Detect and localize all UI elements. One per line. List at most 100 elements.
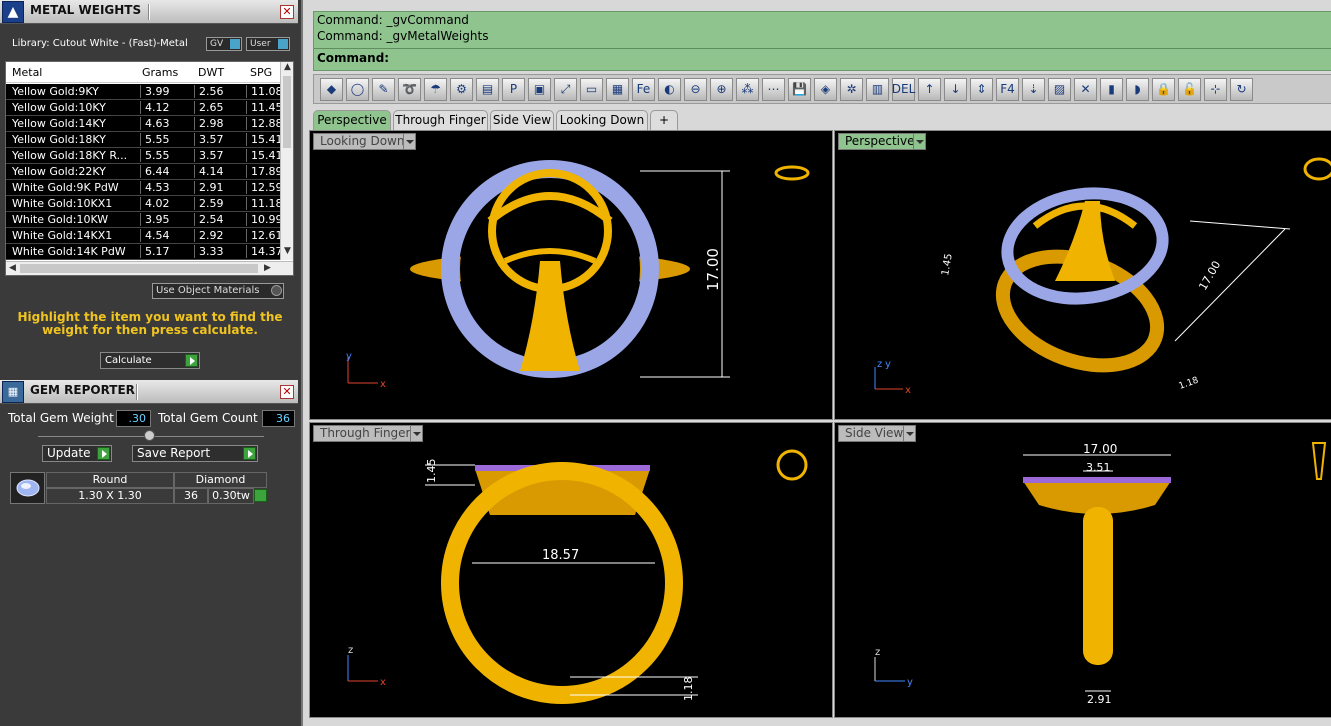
- viewport-perspective[interactable]: 17.00 1.45 1.18 zy x Perspective: [834, 130, 1331, 420]
- grams-value: 5.17: [140, 245, 192, 258]
- scroll-up-icon[interactable]: ▲: [284, 62, 291, 72]
- gear-tool-icon[interactable]: ◈: [814, 77, 837, 101]
- cross-tool-icon[interactable]: ▨: [1048, 77, 1071, 101]
- user-toggle[interactable]: User: [246, 37, 290, 51]
- gem-play-icon[interactable]: [254, 489, 267, 502]
- up-arrow-tool-icon[interactable]: DEL: [892, 77, 915, 101]
- viewport-label-through-finger[interactable]: Through Finger: [313, 425, 423, 442]
- viewport-label-looking-down[interactable]: Looking Down: [313, 133, 416, 150]
- box-tool-icon[interactable]: ▭: [580, 77, 603, 101]
- f4-tool-icon[interactable]: ⇕: [970, 77, 993, 101]
- array-tool-icon[interactable]: ◐: [658, 77, 681, 101]
- gv-toggle[interactable]: GV: [206, 37, 242, 51]
- table-row[interactable]: White Gold:14K PdW 5.17 3.33 14.37: [6, 244, 282, 260]
- add-tab-icon[interactable]: +: [650, 110, 678, 130]
- spg-value: 10.99: [246, 213, 282, 226]
- tab-side-view[interactable]: Side View: [490, 110, 554, 130]
- save-report-label: Save Report: [137, 446, 211, 460]
- viewport-label-side-view[interactable]: Side View: [838, 425, 916, 442]
- slider-handle[interactable]: [144, 430, 155, 441]
- update-button[interactable]: Update: [42, 445, 112, 462]
- mirror-tool-icon[interactable]: Fe: [632, 77, 655, 101]
- vertical-scrollbar[interactable]: ▲ ▼: [280, 62, 293, 260]
- bend-tool-icon[interactable]: ▮: [1100, 77, 1123, 101]
- use-object-materials-toggle[interactable]: Use Object Materials: [152, 283, 284, 299]
- scroll-right-icon[interactable]: ▶: [264, 263, 271, 273]
- col-metal[interactable]: Metal: [12, 66, 42, 79]
- layout-tool-icon[interactable]: ✲: [840, 77, 863, 101]
- monitor-tool-icon[interactable]: ⤢: [554, 77, 577, 101]
- bail-tool-icon[interactable]: ☂: [424, 77, 447, 101]
- titlebar-grip[interactable]: [148, 4, 150, 20]
- molecule-tool-icon[interactable]: ⊕: [710, 77, 733, 101]
- calculate-button[interactable]: Calculate: [100, 352, 200, 369]
- close-icon[interactable]: ✕: [280, 5, 294, 19]
- pave-tool-icon[interactable]: ▤: [476, 77, 499, 101]
- titlebar-grip[interactable]: [136, 384, 138, 400]
- measure-tool-icon[interactable]: ▣: [528, 77, 551, 101]
- table-row[interactable]: Yellow Gold:22KY 6.44 4.14 17.89: [6, 164, 282, 180]
- network-tool-icon[interactable]: ⁂: [736, 77, 759, 101]
- col-spg[interactable]: SPG: [250, 66, 272, 79]
- grid-tool-icon[interactable]: ⇣: [1022, 77, 1045, 101]
- render-tool-icon[interactable]: P: [502, 77, 525, 101]
- play-icon: [185, 354, 198, 367]
- spg-value: 12.61: [246, 229, 282, 242]
- axis-tool-icon[interactable]: 🔓: [1178, 77, 1201, 101]
- scroll-down-icon[interactable]: ▼: [284, 246, 291, 256]
- tab-looking-down[interactable]: Looking Down: [556, 110, 648, 130]
- dropdown-icon[interactable]: [903, 426, 915, 441]
- grams-value: 3.99: [140, 85, 192, 98]
- prong-tool-icon[interactable]: ⚙: [450, 77, 473, 101]
- viewport-looking-down[interactable]: 17.00 y x Looking Down: [309, 130, 833, 420]
- dropdown-icon[interactable]: [410, 426, 422, 441]
- col-dwt[interactable]: DWT: [198, 66, 224, 79]
- lock-tool-icon[interactable]: ◗: [1126, 77, 1149, 101]
- scroll-left-icon[interactable]: ◀: [9, 263, 16, 273]
- orbit-tool-icon[interactable]: ⊹: [1204, 77, 1227, 101]
- table-row[interactable]: Yellow Gold:9KY 3.99 2.56 11.08: [6, 84, 282, 100]
- horizontal-scrollbar[interactable]: ◀ ▶: [6, 261, 293, 275]
- table-row[interactable]: Yellow Gold:18KY 5.55 3.57 15.41: [6, 132, 282, 148]
- table-row[interactable]: White Gold:10KX1 4.02 2.59 11.18: [6, 196, 282, 212]
- scroll-thumb[interactable]: [283, 76, 291, 148]
- viewport-label-perspective[interactable]: Perspective: [838, 133, 926, 150]
- del-tool-icon[interactable]: ▥: [866, 77, 889, 101]
- updown-tool-icon[interactable]: ↓: [944, 77, 967, 101]
- finger-dim-145: 1.45: [425, 459, 438, 484]
- cylinder-tool-icon[interactable]: ✕: [1074, 77, 1097, 101]
- unlock-tool-icon[interactable]: 🔒: [1152, 77, 1175, 101]
- person-tool-icon[interactable]: ↻: [1230, 77, 1253, 101]
- viewport-through-finger[interactable]: 18.57 1.45 1.18 z x Through Finger: [309, 422, 833, 718]
- pin-tool-icon[interactable]: ✎: [372, 77, 395, 101]
- grams-value: 4.53: [140, 181, 192, 194]
- tab-through-finger[interactable]: Through Finger: [393, 110, 488, 130]
- gem-list-item[interactable]: Round Diamond 1.30 X 1.30 36 0.30tw: [10, 472, 267, 504]
- hscroll-thumb[interactable]: [20, 264, 258, 273]
- cube-tool-icon[interactable]: 💾: [788, 77, 811, 101]
- viewport-side-view[interactable]: 17.00 3.51 2.91 z y Side View: [834, 422, 1331, 718]
- table-row[interactable]: White Gold:10KW 3.95 2.54 10.99: [6, 212, 282, 228]
- dropdown-icon[interactable]: [403, 134, 415, 149]
- table-row[interactable]: Yellow Gold:14KY 4.63 2.98 12.88: [6, 116, 282, 132]
- save-tool-icon[interactable]: ⋯: [762, 77, 785, 101]
- close-icon[interactable]: ✕: [280, 385, 294, 399]
- table-row[interactable]: Yellow Gold:10KY 4.12 2.65 11.45: [6, 100, 282, 116]
- table-row[interactable]: White Gold:9K PdW 4.53 2.91 12.59: [6, 180, 282, 196]
- text-tool-icon[interactable]: ▦: [606, 77, 629, 101]
- metal-name: Yellow Gold:22KY: [12, 165, 106, 178]
- ring-tool-icon[interactable]: ◯: [346, 77, 369, 101]
- down-arrow-tool-icon[interactable]: ↑: [918, 77, 941, 101]
- dropdown-icon[interactable]: [913, 134, 925, 149]
- radial-tool-icon[interactable]: ⊖: [684, 77, 707, 101]
- snap-tool-icon[interactable]: F4: [996, 77, 1019, 101]
- gem-tool-icon[interactable]: ◆: [320, 77, 343, 101]
- col-grams[interactable]: Grams: [142, 66, 178, 79]
- table-row[interactable]: White Gold:14KX1 4.54 2.92 12.61: [6, 228, 282, 244]
- looking-down-render: 17.00 y x: [346, 160, 810, 390]
- shank-tool-icon[interactable]: ➰: [398, 77, 421, 101]
- command-input[interactable]: Command:: [314, 48, 1331, 69]
- tab-perspective[interactable]: Perspective: [313, 110, 391, 130]
- save-report-button[interactable]: Save Report: [132, 445, 258, 462]
- table-row[interactable]: Yellow Gold:18KY R... 5.55 3.57 15.41: [6, 148, 282, 164]
